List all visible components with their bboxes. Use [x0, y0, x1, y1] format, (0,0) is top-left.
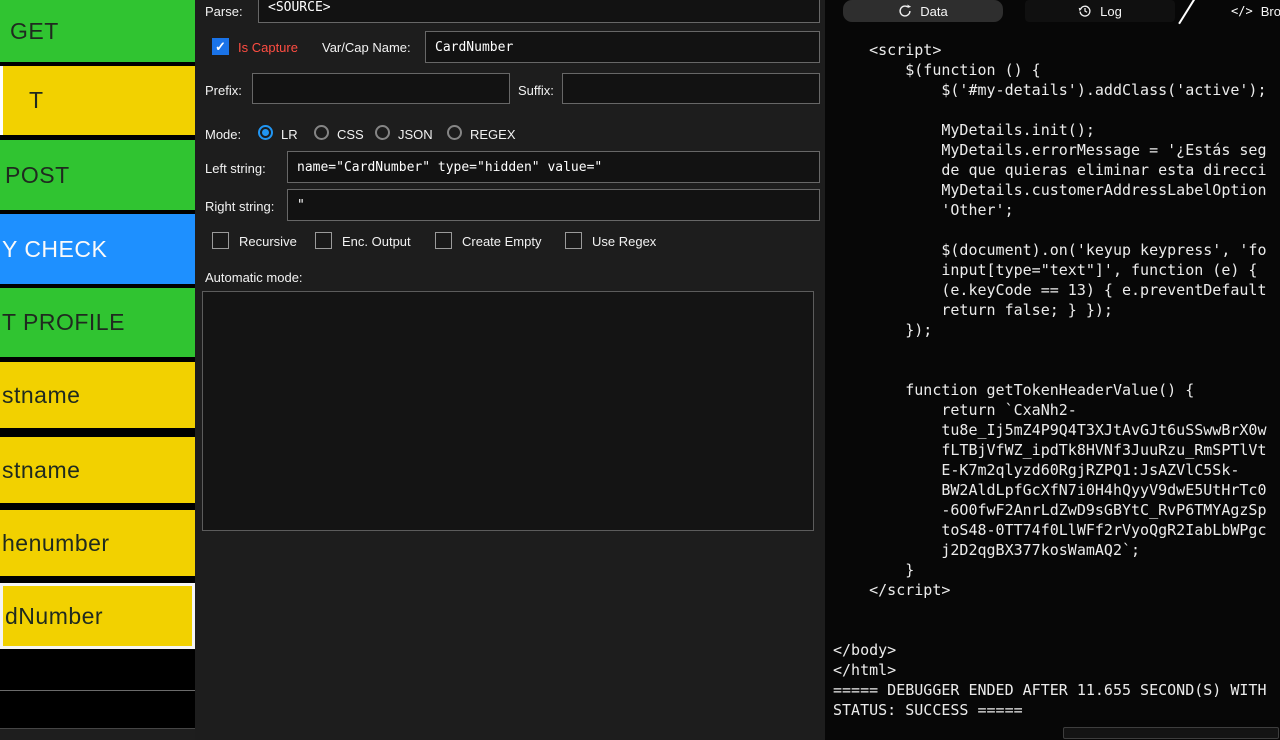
sidebar-bottom-panel — [0, 728, 195, 740]
tab-browser[interactable]: </> Bro — [1231, 0, 1280, 22]
enc-output-checkbox[interactable] — [315, 232, 332, 249]
tab-edge-divider — [1178, 0, 1196, 24]
is-capture-label: Is Capture — [238, 40, 298, 55]
stack-block-phonenumber[interactable]: henumber — [0, 510, 195, 576]
mode-radio-regex[interactable] — [447, 125, 462, 140]
refresh-icon — [898, 4, 912, 18]
right-string-label: Right string: — [205, 199, 274, 214]
block-stack-sidebar: GET T POST Y CHECK T PROFILE stname stna… — [0, 0, 195, 740]
tab-log[interactable]: Log — [1025, 0, 1175, 22]
stack-block-profile[interactable]: T PROFILE — [0, 288, 195, 357]
enc-output-label: Enc. Output — [342, 234, 411, 249]
create-empty-checkbox[interactable] — [435, 232, 452, 249]
recursive-label: Recursive — [239, 234, 297, 249]
mode-radio-lr[interactable] — [258, 125, 273, 140]
mode-label: Mode: — [205, 127, 241, 142]
right-string-input[interactable] — [287, 189, 820, 221]
use-regex-label: Use Regex — [592, 234, 656, 249]
create-empty-label: Create Empty — [462, 234, 541, 249]
is-capture-checkbox[interactable] — [212, 38, 229, 55]
mode-radio-lr-label: LR — [281, 127, 298, 142]
block-label: POST — [5, 162, 70, 189]
left-string-label: Left string: — [205, 161, 266, 176]
mode-radio-regex-label: REGEX — [470, 127, 516, 142]
block-label: GET — [10, 18, 59, 45]
suffix-label: Suffix: — [518, 83, 554, 98]
sidebar-divider — [0, 690, 195, 691]
var-cap-name-label: Var/Cap Name: — [322, 40, 411, 55]
stack-block-get[interactable]: GET — [0, 0, 195, 62]
mode-radio-json-label: JSON — [398, 127, 433, 142]
block-label: stname — [2, 382, 80, 409]
automatic-mode-list[interactable] — [202, 291, 814, 531]
prefix-label: Prefix: — [205, 83, 242, 98]
tab-browser-label: Bro — [1261, 4, 1280, 19]
block-label: T — [29, 87, 44, 114]
stack-block-cardnumber[interactable]: dNumber — [0, 583, 195, 649]
parse-label: Parse: — [205, 4, 243, 19]
automatic-mode-label: Automatic mode: — [205, 270, 303, 285]
stack-block-lastname[interactable]: stname — [0, 437, 195, 503]
config-stacker-window: { "sidebar": { "blocks": [ {"label": "GE… — [0, 0, 1280, 740]
debugger-status-bar — [1063, 727, 1279, 739]
stack-block-post[interactable]: POST — [0, 140, 195, 210]
parse-source-input[interactable] — [258, 0, 820, 23]
debugger-panel: Data Log </> Bro <script> $(function () … — [825, 0, 1280, 740]
mode-radio-json[interactable] — [375, 125, 390, 140]
use-regex-checkbox[interactable] — [565, 232, 582, 249]
block-label: dNumber — [5, 603, 103, 630]
prefix-input[interactable] — [252, 73, 510, 104]
tab-log-label: Log — [1100, 4, 1122, 19]
code-icon: </> — [1231, 4, 1253, 18]
history-icon — [1078, 4, 1092, 18]
parse-block-editor: Parse: Is Capture Var/Cap Name: Prefix: … — [195, 0, 825, 740]
block-label: T PROFILE — [2, 309, 125, 336]
stack-block-t[interactable]: T — [0, 66, 195, 135]
tab-data[interactable]: Data — [843, 0, 1003, 22]
recursive-checkbox[interactable] — [212, 232, 229, 249]
mode-radio-css-label: CSS — [337, 127, 364, 142]
block-label: Y CHECK — [2, 236, 107, 263]
var-cap-name-input[interactable] — [425, 31, 820, 63]
suffix-input[interactable] — [562, 73, 820, 104]
tab-data-label: Data — [920, 4, 947, 19]
log-output: <script> $(function () { $('#my-details'… — [833, 40, 1266, 720]
mode-radio-css[interactable] — [314, 125, 329, 140]
stack-block-firstname[interactable]: stname — [0, 362, 195, 428]
stack-block-keycheck[interactable]: Y CHECK — [0, 214, 195, 284]
left-string-input[interactable] — [287, 151, 820, 183]
block-label: henumber — [2, 530, 110, 557]
block-label: stname — [2, 457, 80, 484]
